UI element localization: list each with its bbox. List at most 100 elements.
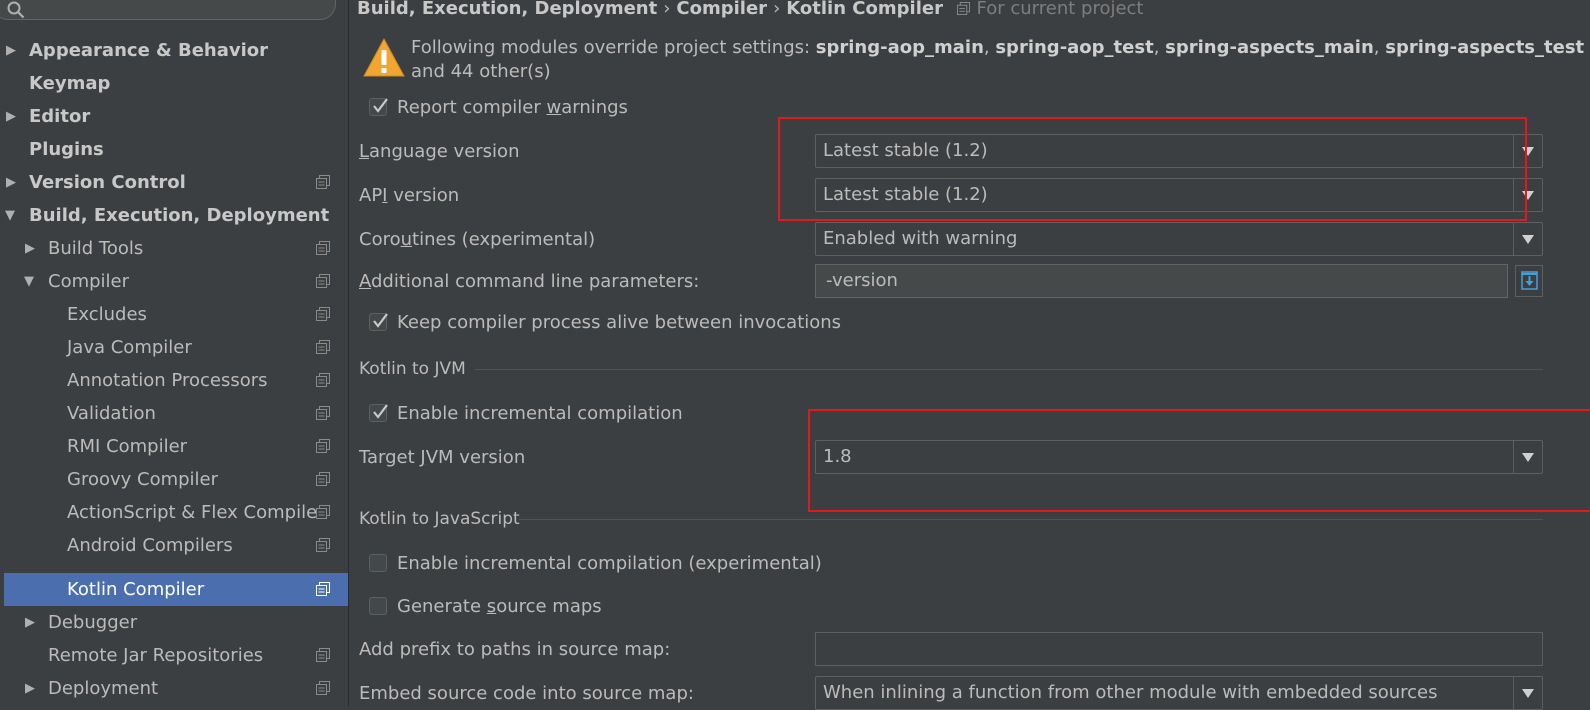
sidebar-item-compiler[interactable]: ▼ Compiler bbox=[0, 265, 348, 298]
checkmark-icon bbox=[373, 404, 388, 419]
checkbox-label: Report compiler warnings bbox=[397, 95, 628, 121]
sidebar-item-deployment[interactable]: ▶ Deployment bbox=[0, 672, 348, 705]
select-value: Enabled with warning bbox=[823, 228, 1018, 249]
coroutines-select[interactable]: Enabled with warning bbox=[815, 222, 1543, 256]
project-scope-icon bbox=[316, 406, 330, 420]
settings-sidebar: ▶ Appearance & Behavior Keymap ▶ Editor … bbox=[0, 0, 349, 706]
checkbox-unchecked[interactable] bbox=[369, 554, 387, 572]
sidebar-item-label: Build, Execution, Deployment bbox=[29, 205, 330, 226]
collapse-arrow-icon[interactable]: ▼ bbox=[24, 265, 36, 298]
project-scope-icon bbox=[316, 648, 330, 662]
breadcrumb-part: Build, Execution, Deployment bbox=[357, 0, 658, 19]
sidebar-item-remote-jar-repositories[interactable]: Remote Jar Repositories bbox=[0, 639, 348, 672]
sidebar-item-excludes[interactable]: Excludes bbox=[0, 298, 348, 331]
input-value: -version bbox=[826, 270, 898, 291]
sidebar-item-label: Excludes bbox=[67, 304, 147, 325]
mnemonic-letter: L bbox=[359, 141, 370, 162]
section-divider bbox=[519, 519, 1543, 520]
sidebar-item-label: Debugger bbox=[48, 612, 138, 633]
project-scope-icon bbox=[316, 582, 330, 596]
override-warning-message: Following modules override project setti… bbox=[411, 36, 1586, 84]
sidebar-item-android-compilers[interactable]: Android Compilers bbox=[0, 529, 348, 562]
source-map-prefix-label: Add prefix to paths in source map: bbox=[359, 639, 671, 660]
checkmark-icon bbox=[373, 98, 388, 113]
sidebar-item-debugger[interactable]: ▶ Debugger bbox=[0, 606, 348, 639]
breadcrumb: Build, Execution, Deployment › Compiler › Ko… bbox=[357, 0, 1144, 21]
label-text: AP bbox=[359, 185, 383, 206]
checkbox-label: Enable incremental compilation (experime… bbox=[397, 553, 822, 574]
sidebar-item-kotlin-compiler[interactable]: Kotlin Compiler bbox=[4, 573, 348, 606]
project-scope-icon bbox=[316, 439, 330, 453]
module-link[interactable]: spring-aop_test bbox=[995, 37, 1153, 58]
sidebar-item-validation[interactable]: Validation bbox=[0, 397, 348, 430]
checkbox-unchecked[interactable] bbox=[369, 597, 387, 615]
label-text: anguage version bbox=[369, 141, 520, 162]
dropdown-button[interactable] bbox=[1513, 677, 1542, 709]
target-jvm-label: Target JVM version bbox=[359, 445, 525, 471]
sidebar-item-keymap[interactable]: Keymap bbox=[0, 67, 348, 100]
label-text: Report compiler bbox=[397, 97, 547, 118]
label-text: version bbox=[387, 185, 460, 206]
label-text: arnings bbox=[561, 97, 628, 118]
module-link[interactable]: spring-aspects_test bbox=[1385, 37, 1584, 58]
scope-label: For current project bbox=[976, 0, 1144, 19]
sidebar-item-appearance[interactable]: ▶ Appearance & Behavior bbox=[0, 34, 348, 67]
sidebar-item-editor[interactable]: ▶ Editor bbox=[0, 100, 348, 133]
checkbox-checked[interactable] bbox=[369, 404, 388, 422]
source-map-prefix-input[interactable] bbox=[815, 632, 1543, 666]
dropdown-button[interactable] bbox=[1513, 223, 1542, 255]
sidebar-item-annotation-processors[interactable]: Annotation Processors bbox=[0, 364, 348, 397]
sidebar-item-label: Version Control bbox=[29, 172, 186, 193]
sidebar-item-rmi-compiler[interactable]: RMI Compiler bbox=[0, 430, 348, 463]
sidebar-item-java-compiler[interactable]: Java Compiler bbox=[0, 331, 348, 364]
sidebar-item-groovy-compiler[interactable]: Groovy Compiler bbox=[0, 463, 348, 496]
breadcrumb-separator: › bbox=[773, 0, 781, 19]
sidebar-item-label: Compiler bbox=[48, 271, 130, 292]
expand-arrow-icon[interactable]: ▶ bbox=[25, 672, 37, 705]
mnemonic-letter: w bbox=[546, 97, 562, 118]
sidebar-item-build-execution[interactable]: ▼ Build, Execution, Deployment bbox=[0, 199, 348, 232]
checkmark-icon bbox=[373, 313, 388, 328]
sidebar-item-version-control[interactable]: ▶ Version Control bbox=[0, 166, 348, 199]
expand-arrow-icon[interactable]: ▶ bbox=[6, 34, 18, 67]
checkbox-checked[interactable] bbox=[369, 98, 388, 116]
sidebar-item-actionscript-compiler[interactable]: ActionScript & Flex Compile bbox=[0, 496, 348, 529]
sidebar-item-label: Keymap bbox=[29, 73, 111, 94]
breadcrumb-separator: › bbox=[663, 0, 671, 19]
search-input[interactable] bbox=[0, 0, 336, 20]
project-scope-icon bbox=[316, 241, 330, 255]
additional-params-input[interactable]: -version bbox=[815, 264, 1508, 298]
sidebar-item-label: ActionScript & Flex Compile bbox=[67, 502, 318, 523]
highlight-box-jvm-target bbox=[808, 409, 1590, 512]
mnemonic-letter: s bbox=[486, 596, 497, 617]
chevron-down-icon bbox=[1522, 235, 1534, 244]
sidebar-item-build-tools[interactable]: ▶ Build Tools bbox=[0, 232, 348, 265]
expand-arrow-icon[interactable]: ▶ bbox=[25, 606, 37, 639]
api-version-label: API version bbox=[359, 183, 459, 209]
expand-arrow-icon[interactable]: ▶ bbox=[6, 166, 18, 199]
module-link[interactable]: spring-aop_main bbox=[816, 37, 984, 58]
expand-field-button[interactable] bbox=[1515, 265, 1543, 297]
project-scope-icon bbox=[316, 681, 330, 695]
sidebar-item-label: Build Tools bbox=[48, 238, 144, 259]
select-value: When inlining a function from other modu… bbox=[823, 682, 1438, 703]
checkbox-checked[interactable] bbox=[369, 313, 388, 331]
module-link[interactable]: spring-aspects_main bbox=[1165, 37, 1374, 58]
project-scope-icon bbox=[316, 373, 330, 387]
settings-content: Build, Execution, Deployment › Compiler › Ko… bbox=[349, 0, 1590, 710]
chevron-down-icon bbox=[1522, 689, 1534, 698]
label-text: Target bbox=[359, 447, 421, 468]
label-text: Coro bbox=[359, 229, 401, 250]
warning-comma: , bbox=[1373, 37, 1386, 58]
expand-arrow-icon[interactable]: ▶ bbox=[25, 232, 37, 265]
warning-icon bbox=[363, 37, 405, 77]
warning-comma: , bbox=[983, 37, 996, 58]
embed-source-select[interactable]: When inlining a function from other modu… bbox=[815, 676, 1543, 710]
sidebar-item-plugins[interactable]: Plugins bbox=[0, 133, 348, 166]
project-scope-icon bbox=[316, 505, 330, 519]
collapse-arrow-icon[interactable]: ▼ bbox=[5, 199, 17, 232]
expand-arrow-icon[interactable]: ▶ bbox=[6, 100, 18, 133]
search-icon bbox=[7, 1, 25, 19]
label-text: ource maps bbox=[496, 596, 602, 617]
highlight-box-version bbox=[778, 117, 1527, 221]
